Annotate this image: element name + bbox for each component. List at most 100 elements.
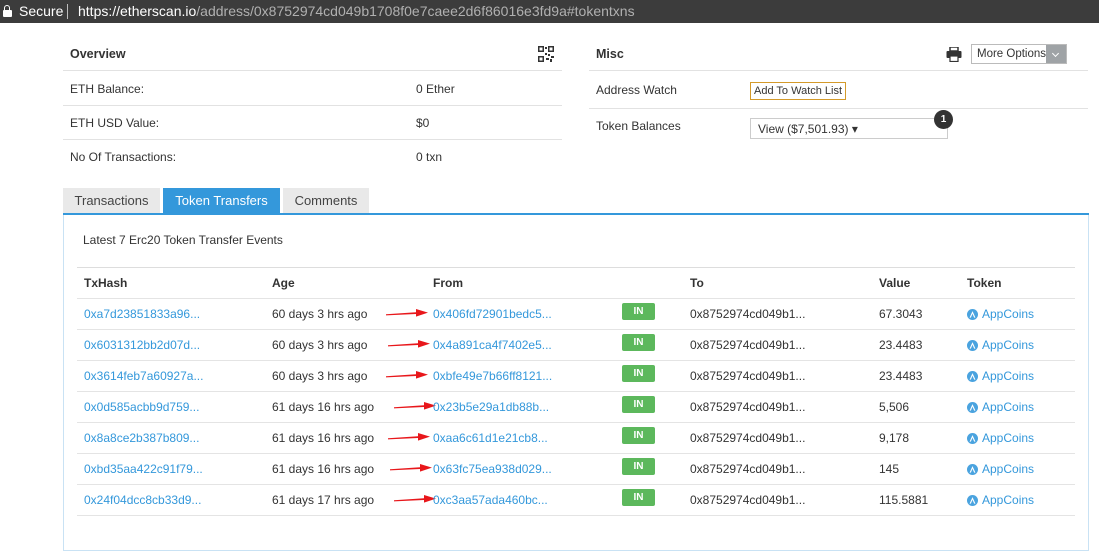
appcoins-token-icon [967,495,978,506]
to-address-cell: 0x8752974cd049b1... [690,307,806,321]
direction-in-badge: IN [622,396,655,413]
direction-in-badge: IN [622,427,655,444]
column-header-age: Age [272,276,295,290]
token-link[interactable]: AppCoins [982,462,1034,476]
appcoins-token-icon [967,371,978,382]
token-link[interactable]: AppCoins [982,493,1034,507]
from-address-link[interactable]: 0x406fd72901bedc5... [433,307,552,321]
value-cell: 115.5881 [879,493,929,507]
table-row-divider [77,422,1075,423]
value-cell: 5,506 [879,400,910,414]
txhash-link[interactable]: 0x0d585acbb9d759... [84,400,199,414]
age-cell: 61 days 16 hrs ago [272,400,375,414]
from-address-link[interactable]: 0xbfe49e7b66ff8121... [433,369,552,383]
token-link[interactable]: AppCoins [982,338,1034,352]
table-row-divider [77,329,1075,330]
tab-token-transfers[interactable]: Token Transfers [163,188,280,213]
txhash-link[interactable]: 0x3614feb7a60927a... [84,369,203,383]
to-address-cell: 0x8752974cd049b1... [690,369,806,383]
direction-in-badge: IN [622,303,655,320]
misc-divider [589,108,1088,109]
token-link[interactable]: AppCoins [982,431,1034,445]
transactions-count-label: No Of Transactions: [70,150,177,164]
value-cell: 23.4483 [879,338,923,352]
eth-usd-value: $0 [416,116,430,130]
to-address-cell: 0x8752974cd049b1... [690,462,806,476]
to-address-cell: 0x8752974cd049b1... [690,400,806,414]
table-row-divider [77,515,1075,516]
age-cell: 60 days 3 hrs ago [272,369,368,383]
token-link[interactable]: AppCoins [982,369,1034,383]
column-header-token: Token [967,276,1002,290]
red-arrow-annotation [388,340,430,348]
chevron-down-icon [1046,45,1066,63]
table-row-divider [77,298,1075,299]
column-header-from: From [433,276,463,290]
from-address-link[interactable]: 0x23b5e29a1db88b... [433,400,549,414]
qr-code-icon[interactable] [538,46,554,62]
red-arrow-annotation [394,402,436,410]
token-link[interactable]: AppCoins [982,400,1034,414]
url-path: /address/0x8752974cd049b1708f0e7caee2d6f… [196,3,635,19]
more-options-label: More Options [977,48,1047,60]
red-arrow-annotation [390,464,432,472]
appcoins-token-icon [967,309,978,320]
token-balances-value: View ($7,501.93) ▾ [758,122,858,136]
txhash-link[interactable]: 0x8a8ce2b387b809... [84,431,199,445]
transfers-summary: Latest 7 Erc20 Token Transfer Events [83,233,283,247]
red-arrow-annotation [394,495,436,503]
value-cell: 145 [879,462,900,476]
eth-usd-value-label: ETH USD Value: [70,116,160,130]
url-text[interactable]: https://etherscan.io/address/0x8752974cd… [78,3,635,19]
printer-icon[interactable] [946,47,962,62]
from-address-link[interactable]: 0xc3aa57ada460bc... [433,493,548,507]
age-cell: 60 days 3 hrs ago [272,307,368,321]
misc-divider [589,70,1088,71]
txhash-link[interactable]: 0xbd35aa422c91f79... [84,462,203,476]
tab-transactions[interactable]: Transactions [63,188,160,213]
secure-label: Secure [19,3,64,19]
eth-balance-label: ETH Balance: [70,82,145,96]
tab-comments[interactable]: Comments [283,188,369,213]
column-header-value: Value [879,276,911,290]
txhash-link[interactable]: 0x24f04dcc8cb33d9... [84,493,201,507]
direction-in-badge: IN [622,334,655,351]
from-address-link[interactable]: 0x4a891ca4f7402e5... [433,338,552,352]
token-count-badge: 1 [934,110,953,129]
age-cell: 61 days 16 hrs ago [272,462,375,476]
column-header-to: To [690,276,704,290]
overview-divider [63,105,562,106]
from-address-link[interactable]: 0x63fc75ea938d029... [433,462,552,476]
appcoins-token-icon [967,340,978,351]
url-host: https://etherscan.io [78,3,197,19]
from-address-link[interactable]: 0xaa6c61d1e21cb8... [433,431,548,445]
overview-divider [63,139,562,140]
table-row-divider [77,391,1075,392]
value-cell: 23.4483 [879,369,923,383]
eth-balance-value: 0 Ether [416,82,455,96]
age-cell: 61 days 17 hrs ago [272,493,375,507]
token-link[interactable]: AppCoins [982,307,1034,321]
token-balances-dropdown[interactable]: View ($7,501.93) ▾ [750,118,948,139]
to-address-cell: 0x8752974cd049b1... [690,493,806,507]
token-transfers-panel [63,215,1089,551]
overview-divider [63,70,562,71]
table-header-divider [77,267,1075,268]
add-to-watch-list-button[interactable]: Add To Watch List [750,82,847,100]
browser-address-bar[interactable]: Secure https://etherscan.io/address/0x87… [0,0,1099,23]
txhash-link[interactable]: 0xa7d23851833a96... [84,307,200,321]
appcoins-token-icon [967,464,978,475]
red-arrow-annotation [386,309,428,317]
age-cell: 60 days 3 hrs ago [272,338,368,352]
table-row-divider [77,360,1075,361]
token-balances-label: Token Balances [596,119,681,133]
appcoins-token-icon [967,402,978,413]
txhash-link[interactable]: 0x6031312bb2d07d... [84,338,200,352]
to-address-cell: 0x8752974cd049b1... [690,431,806,445]
column-header-txhash: TxHash [84,276,128,290]
overview-title: Overview [70,47,126,61]
more-options-button[interactable]: More Options [971,44,1067,64]
table-row-divider [77,453,1075,454]
direction-in-badge: IN [622,458,655,475]
direction-in-badge: IN [622,365,655,382]
